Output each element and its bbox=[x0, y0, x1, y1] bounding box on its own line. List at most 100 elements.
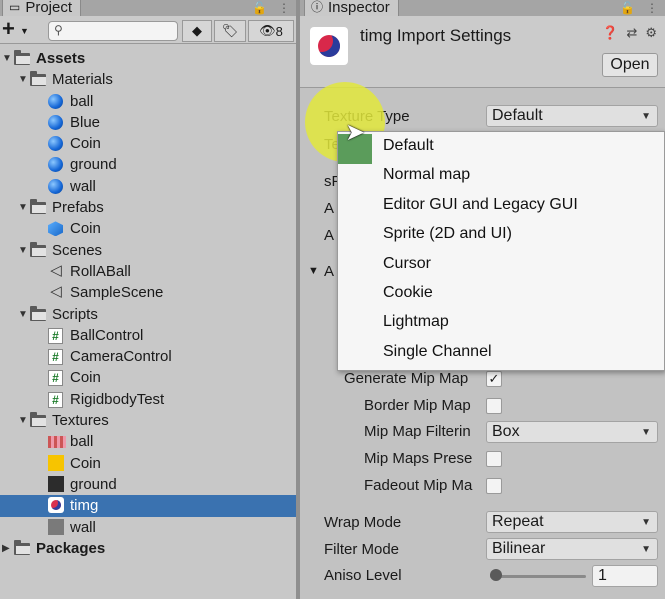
header-icons: ❓ ⇄ ⚙ bbox=[602, 25, 657, 41]
menu-item[interactable]: Cursor bbox=[383, 255, 431, 273]
tree-folder-prefabs[interactable]: ▼ Prefabs bbox=[0, 197, 296, 218]
chevron-down-icon[interactable]: ▼ bbox=[18, 197, 28, 218]
search-input[interactable]: ⚲ bbox=[48, 21, 178, 41]
generate-mip-map-label: Generate Mip Map bbox=[344, 370, 469, 387]
mip-maps-preserve-checkbox[interactable] bbox=[486, 451, 502, 467]
chevron-down-icon[interactable]: ▼ bbox=[18, 304, 28, 325]
aniso-level-input[interactable]: 1 bbox=[592, 565, 658, 587]
tree-item[interactable]: ball bbox=[0, 91, 296, 112]
tree-item[interactable]: Blue bbox=[0, 112, 296, 133]
tree-folder-scripts[interactable]: ▼ Scripts bbox=[0, 304, 296, 325]
tree-item-label: Scenes bbox=[52, 241, 103, 259]
filter-mode-value: Bilinear bbox=[492, 540, 546, 557]
texture-type-dropdown[interactable]: Default ▼ bbox=[486, 105, 658, 127]
tree-item[interactable]: ground bbox=[0, 154, 296, 175]
kebab-menu-icon[interactable]: ⋮ bbox=[278, 1, 290, 15]
chevron-down-icon[interactable]: ▼ bbox=[20, 26, 29, 36]
asset-preview-icon bbox=[310, 27, 348, 65]
foldout-arrow-icon[interactable]: ▼ bbox=[308, 265, 319, 277]
project-panel: ▭ Project 🔓 ⋮ + ▼ ⚲ ◆ 🏷 👁 8 ▼ Assets ▼ Mate… bbox=[0, 0, 296, 599]
tree-folder-assets[interactable]: ▼ Assets bbox=[0, 48, 296, 69]
lock-icon[interactable]: 🔓 bbox=[620, 1, 635, 15]
tree-folder-textures[interactable]: ▼ Textures bbox=[0, 410, 296, 431]
tree-item[interactable]: Coin bbox=[0, 133, 296, 154]
fadeout-mip-maps-checkbox[interactable] bbox=[486, 478, 502, 494]
plus-icon[interactable]: + bbox=[2, 18, 15, 40]
folder-icon: ▭ bbox=[9, 0, 21, 14]
hidden-packages-button[interactable]: 👁 8 bbox=[248, 20, 294, 42]
wrap-mode-value: Repeat bbox=[492, 513, 544, 530]
mip-map-filtering-label: Mip Map Filterin bbox=[364, 423, 471, 440]
generate-mip-map-checkbox[interactable]: ✓ bbox=[486, 371, 502, 387]
gear-icon[interactable]: ⚙ bbox=[645, 25, 657, 41]
shapes-icon: ◆ bbox=[192, 23, 202, 38]
tree-item[interactable]: # RigidbodyTest bbox=[0, 389, 296, 410]
tree-folder-scenes[interactable]: ▼ Scenes bbox=[0, 240, 296, 261]
aniso-level-value: 1 bbox=[598, 567, 607, 584]
tree-item-label: ground bbox=[70, 156, 117, 174]
filter-by-type-button[interactable]: ◆ bbox=[182, 20, 212, 42]
tree-item[interactable]: timg bbox=[0, 495, 296, 517]
help-icon[interactable]: ❓ bbox=[602, 25, 618, 41]
material-icon bbox=[48, 178, 63, 194]
lock-icon[interactable]: 🔓 bbox=[252, 1, 267, 15]
hidden-row-label: A bbox=[324, 227, 335, 244]
tree-item[interactable]: wall bbox=[0, 176, 296, 197]
tree-item[interactable]: # CameraControl bbox=[0, 346, 296, 367]
tree-item-label: ball bbox=[70, 92, 94, 110]
aniso-slider-thumb[interactable] bbox=[490, 569, 502, 581]
open-button[interactable]: Open bbox=[602, 53, 658, 77]
menu-item[interactable]: Default bbox=[383, 137, 434, 155]
tree-item[interactable]: ◁ SampleScene bbox=[0, 282, 296, 303]
tree-item[interactable]: ◁ RollABall bbox=[0, 261, 296, 282]
chevron-down-icon[interactable]: ▼ bbox=[2, 48, 12, 69]
tree-folder-packages[interactable]: ▶ Packages bbox=[0, 538, 296, 559]
tab-label: Inspector bbox=[328, 0, 390, 16]
kebab-menu-icon[interactable]: ⋮ bbox=[646, 1, 658, 15]
tree-item[interactable]: ball bbox=[0, 431, 296, 452]
wrap-mode-dropdown[interactable]: Repeat ▼ bbox=[486, 511, 658, 533]
tree-item-label: Assets bbox=[36, 50, 86, 67]
wrap-mode-label: Wrap Mode bbox=[324, 514, 402, 531]
tree-item[interactable]: # BallControl bbox=[0, 325, 296, 346]
tree-item-label: wall bbox=[70, 518, 96, 536]
tree-folder-materials[interactable]: ▼ Materials bbox=[0, 69, 296, 90]
tab-inspector[interactable]: ⓘ Inspector bbox=[304, 0, 399, 16]
eye-slash-icon: 👁 bbox=[259, 23, 276, 38]
folder-icon bbox=[30, 305, 46, 321]
tree-item[interactable]: # Coin bbox=[0, 367, 296, 388]
menu-item[interactable]: Sprite (2D and UI) bbox=[383, 225, 512, 243]
menu-item[interactable]: Normal map bbox=[383, 166, 470, 184]
menu-item[interactable]: Editor GUI and Legacy GUI bbox=[383, 196, 578, 214]
mip-map-filtering-dropdown[interactable]: Box ▼ bbox=[486, 421, 658, 443]
chevron-down-icon[interactable]: ▼ bbox=[18, 410, 28, 431]
tree-item[interactable]: Coin bbox=[0, 218, 296, 239]
material-icon bbox=[48, 136, 63, 152]
material-icon bbox=[48, 93, 63, 109]
border-mip-map-label: Border Mip Map bbox=[364, 397, 471, 414]
chevron-down-icon[interactable]: ▼ bbox=[18, 240, 28, 261]
tree-item-label: RigidbodyTest bbox=[70, 390, 165, 408]
menu-item[interactable]: Lightmap bbox=[383, 313, 449, 331]
preset-icon[interactable]: ⇄ bbox=[626, 25, 637, 41]
tag-icon: 🏷 bbox=[221, 23, 239, 38]
filter-by-label-button[interactable]: 🏷 bbox=[214, 20, 246, 42]
hidden-row-label: A bbox=[324, 263, 335, 280]
chevron-down-icon: ▼ bbox=[641, 427, 651, 438]
chevron-right-icon[interactable]: ▶ bbox=[2, 538, 10, 559]
texture-icon bbox=[48, 475, 64, 492]
tree-item[interactable]: wall bbox=[0, 517, 296, 538]
filter-mode-dropdown[interactable]: Bilinear ▼ bbox=[486, 538, 658, 560]
tree-item[interactable]: ground bbox=[0, 474, 296, 495]
aniso-slider-track[interactable] bbox=[490, 575, 586, 578]
mouse-cursor-icon: ➤ bbox=[345, 119, 366, 146]
tree-item-label: Materials bbox=[52, 71, 113, 89]
border-mip-map-checkbox[interactable] bbox=[486, 398, 502, 414]
inspector-header: timg Import Settings ❓ ⇄ ⚙ Open bbox=[300, 16, 665, 88]
tab-project[interactable]: ▭ Project bbox=[2, 0, 82, 16]
folder-icon bbox=[30, 412, 46, 428]
chevron-down-icon[interactable]: ▼ bbox=[18, 69, 28, 90]
menu-item[interactable]: Single Channel bbox=[383, 343, 492, 361]
menu-item[interactable]: Cookie bbox=[383, 284, 433, 302]
tree-item[interactable]: Coin bbox=[0, 453, 296, 474]
